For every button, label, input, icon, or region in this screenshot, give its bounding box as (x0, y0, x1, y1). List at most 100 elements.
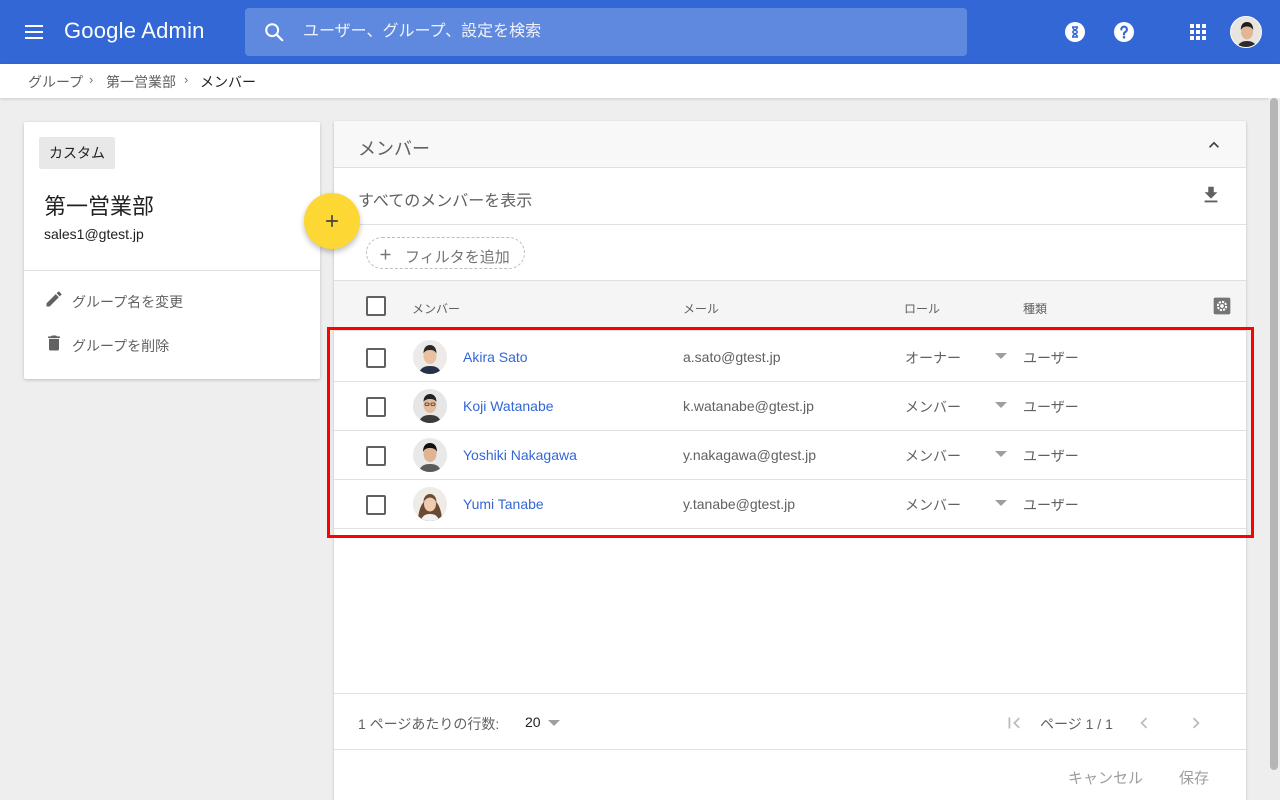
prev-page-button[interactable] (1133, 712, 1155, 734)
dropdown-arrow-icon (995, 402, 1007, 408)
column-header-type[interactable]: 種類 (1023, 300, 1047, 317)
avatar (413, 340, 447, 374)
scrollbar-thumb[interactable] (1270, 98, 1278, 770)
plus-icon (326, 215, 338, 227)
pagination-bar: 1 ページあたりの行数: 20 ページ 1 / 1 (334, 693, 1246, 750)
search-icon (265, 23, 284, 42)
avatar (413, 389, 447, 423)
column-header-role[interactable]: ロール (904, 300, 940, 317)
first-page-button[interactable] (1003, 712, 1025, 734)
search-input[interactable] (303, 8, 943, 56)
account-avatar[interactable] (1230, 16, 1262, 48)
dropdown-arrow-icon (548, 720, 560, 726)
rows-per-page-value: 20 (525, 714, 541, 730)
hourglass-icon[interactable] (1063, 20, 1087, 44)
role-select[interactable]: オーナー (905, 347, 1011, 369)
breadcrumb: グループ › 第一営業部 › メンバー (0, 64, 1280, 98)
top-app-bar: Google Admin (0, 0, 1280, 64)
rows-per-page-select[interactable]: 20 (524, 712, 566, 734)
group-name: 第一営業部 (44, 194, 155, 219)
member-type: ユーザー (1023, 399, 1079, 415)
chevron-right-icon (1192, 717, 1200, 729)
group-info-card: カスタム 第一営業部 sales1@gtest.jp グループ名を変更 グループ… (24, 122, 320, 379)
cancel-button[interactable]: キャンセル (1068, 767, 1143, 788)
role-select[interactable]: メンバー (905, 494, 1011, 516)
save-button[interactable]: 保存 (1179, 767, 1209, 788)
page-indicator: ページ 1 / 1 (1040, 716, 1113, 732)
divider (24, 270, 320, 271)
member-email: y.tanabe@gtest.jp (683, 496, 796, 512)
table-header: メンバー メール ロール 種類 (334, 281, 1246, 331)
member-email: k.watanabe@gtest.jp (683, 398, 814, 414)
next-page-button[interactable] (1185, 712, 1207, 734)
member-email: a.sato@gtest.jp (683, 349, 781, 365)
member-name[interactable]: Koji Watanabe (463, 398, 554, 414)
dropdown-arrow-icon (995, 500, 1007, 506)
add-filter-button[interactable]: フィルタを追加 (366, 237, 525, 269)
help-icon[interactable] (1112, 20, 1136, 44)
role-value: メンバー (905, 399, 961, 415)
select-all-checkbox[interactable] (366, 296, 386, 316)
role-select[interactable]: メンバー (905, 445, 1011, 467)
column-header-member[interactable]: メンバー (412, 300, 460, 317)
download-button[interactable] (1200, 184, 1222, 211)
members-card: メンバー すべてのメンバーを表示 フィルタを追加 メンバー メール ロール 種類 (334, 121, 1246, 800)
table-row[interactable]: Yoshiki Nakagawa y.nakagawa@gtest.jp メンバ… (334, 431, 1246, 480)
member-name[interactable]: Yumi Tanabe (463, 496, 544, 512)
member-type: ユーザー (1023, 448, 1079, 464)
plus-icon (380, 249, 391, 260)
table-row[interactable]: Yumi Tanabe y.tanabe@gtest.jp メンバー ユーザー (334, 480, 1246, 529)
trash-icon (48, 335, 60, 351)
chevron-left-icon (1140, 717, 1148, 729)
role-value: メンバー (905, 497, 961, 513)
table-row[interactable]: Akira Sato a.sato@gtest.jp オーナー ユーザー (334, 333, 1246, 382)
apps-grid-icon[interactable] (1186, 20, 1210, 44)
breadcrumb-groups[interactable]: グループ (28, 72, 83, 92)
breadcrumb-group[interactable]: 第一営業部 (106, 72, 176, 92)
view-all-members[interactable]: すべてのメンバーを表示 (358, 187, 532, 211)
row-checkbox[interactable] (366, 348, 386, 368)
member-name[interactable]: Akira Sato (463, 349, 528, 365)
gear-icon (1213, 297, 1231, 315)
group-email: sales1@gtest.jp (44, 226, 144, 242)
avatar (413, 487, 447, 521)
chevron-up-icon (1209, 141, 1219, 148)
avatar (413, 438, 447, 472)
dropdown-arrow-icon (995, 353, 1007, 359)
row-checkbox[interactable] (366, 397, 386, 417)
add-member-button[interactable] (304, 193, 360, 249)
rename-group-button[interactable]: グループ名を変更 (44, 289, 214, 313)
hamburger-icon (25, 25, 43, 27)
members-card-header: メンバー (334, 121, 1246, 168)
column-settings-button[interactable] (1212, 296, 1232, 319)
table-row[interactable]: Koji Watanabe k.watanabe@gtest.jp メンバー ユ… (334, 382, 1246, 431)
dropdown-arrow-icon (995, 451, 1007, 457)
add-filter-label: フィルタを追加 (405, 249, 510, 266)
delete-group-button[interactable]: グループを削除 (44, 333, 204, 357)
members-subheader: すべてのメンバーを表示 (334, 168, 1246, 225)
member-name[interactable]: Yoshiki Nakagawa (463, 447, 577, 463)
page-scrollbar[interactable] (1268, 98, 1280, 800)
column-header-email[interactable]: メール (683, 300, 719, 317)
app-brand[interactable]: Google Admin (64, 18, 205, 44)
main-menu-button[interactable] (24, 22, 44, 42)
rename-group-label: グループ名を変更 (72, 294, 184, 310)
member-type: ユーザー (1023, 497, 1079, 513)
breadcrumb-separator: › (184, 72, 189, 87)
role-select[interactable]: メンバー (905, 396, 1011, 418)
row-checkbox[interactable] (366, 495, 386, 515)
rows-per-page-label: 1 ページあたりの行数: (358, 716, 500, 732)
row-checkbox[interactable] (366, 446, 386, 466)
breadcrumb-current: メンバー (200, 74, 256, 90)
member-email: y.nakagawa@gtest.jp (683, 447, 817, 463)
role-value: メンバー (905, 448, 961, 464)
collapse-button[interactable] (1204, 135, 1224, 160)
delete-group-label: グループを削除 (72, 338, 170, 354)
pencil-icon (46, 291, 62, 307)
search-bar[interactable] (245, 8, 967, 56)
download-icon (1204, 186, 1218, 203)
custom-chip: カスタム (39, 137, 115, 169)
breadcrumb-separator: › (89, 72, 94, 87)
members-title: メンバー (358, 139, 430, 159)
first-page-icon (1008, 717, 1020, 729)
